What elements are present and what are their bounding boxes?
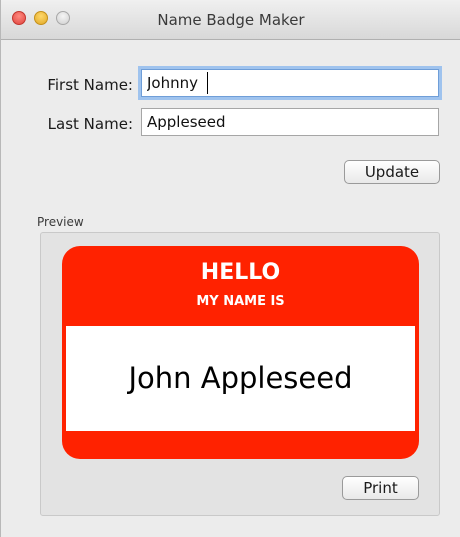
window-title: Name Badge Maker [157,11,305,29]
name-badge: HELLO MY NAME IS John Appleseed [62,246,419,459]
badge-name-area: John Appleseed [66,326,415,431]
badge-hello-text: HELLO [200,260,281,285]
text-caret [207,72,208,94]
preview-label: Preview [37,215,84,229]
title-bar[interactable]: Name Badge Maker [1,0,460,40]
update-button[interactable]: Update [344,160,440,184]
first-name-label: First Name: [47,76,133,94]
app-window: Name Badge Maker First Name: Last Name: … [0,0,460,537]
badge-my-name-is-text: MY NAME IS [196,294,285,309]
first-name-field[interactable] [141,69,439,97]
last-name-label: Last Name: [47,115,133,133]
last-name-field[interactable] [141,108,439,136]
badge-name-text: John Appleseed [128,361,353,395]
print-button[interactable]: Print [342,476,419,500]
